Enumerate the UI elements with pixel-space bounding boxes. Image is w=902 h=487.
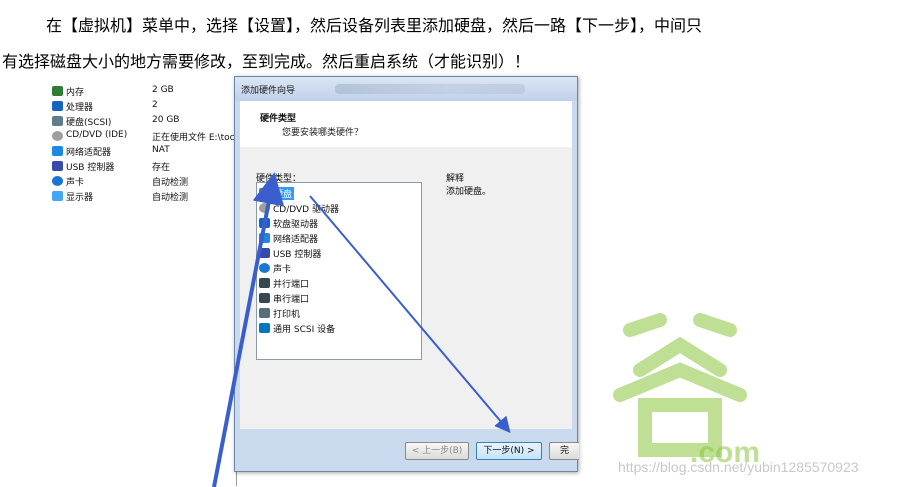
finish-button[interactable]: 完 xyxy=(549,442,579,460)
device-row-monitor[interactable]: 显示器 自动检测 xyxy=(46,189,236,204)
watermark-logo: .com xyxy=(613,313,760,469)
monitor-icon xyxy=(52,191,63,201)
next-button[interactable]: 下一步(N) > xyxy=(476,442,542,460)
watermark-url: https://blog.csdn.net/yubin1285570923 xyxy=(618,459,859,475)
memory-icon xyxy=(52,86,63,96)
instruction-line-1: 在【虚拟机】菜单中，选择【设置】，然后设备列表里添加硬盘，然后一路【下一步】，中… xyxy=(46,16,703,35)
usb-icon xyxy=(259,248,270,258)
device-value: 2 xyxy=(152,100,158,110)
sound-icon xyxy=(52,176,63,186)
wizard-header-subtitle: 您要安装哪类硬件？ xyxy=(282,128,364,138)
explanation-text: 添加硬盘。 xyxy=(446,187,492,197)
harddisk-icon xyxy=(52,116,63,126)
device-name: 硬盘(SCSI) xyxy=(66,118,112,128)
printer-icon xyxy=(259,308,270,318)
hardware-item-label: CD/DVD 驱动器 xyxy=(273,205,339,215)
blurred-title-area xyxy=(335,84,525,94)
hardware-type-list[interactable]: 硬盘 CD/DVD 驱动器 软盘驱动器 网络适配器 USB 控制器 声卡 并行端… xyxy=(256,182,422,360)
hardware-item-label: 通用 SCSI 设备 xyxy=(273,325,336,335)
device-name: 内存 xyxy=(66,88,85,98)
device-row-harddisk[interactable]: 硬盘(SCSI) 20 GB xyxy=(46,114,236,129)
device-row-usb[interactable]: USB 控制器 存在 xyxy=(46,159,236,174)
cdrom-icon xyxy=(259,203,270,213)
wizard-header: 硬件类型 您要安装哪类硬件？ xyxy=(240,101,572,148)
device-row-processor[interactable]: 处理器 2 xyxy=(46,99,236,114)
scsi-icon xyxy=(259,323,270,333)
wizard-title: 添加硬件向导 xyxy=(241,86,296,96)
device-name: 处理器 xyxy=(66,103,94,113)
hardware-item-label: 软盘驱动器 xyxy=(273,220,319,230)
hardware-item-label: 声卡 xyxy=(273,265,292,275)
network-icon xyxy=(52,146,63,156)
device-value: 2 GB xyxy=(152,85,174,95)
usb-icon xyxy=(52,161,63,171)
serial-port-icon xyxy=(259,293,270,303)
cdrom-icon xyxy=(52,131,63,141)
wizard-body: 硬件类型： 解释 添加硬盘。 硬盘 CD/DVD 驱动器 软盘驱动器 网络适配器 xyxy=(240,147,572,429)
back-button[interactable]: < 上一步(B) xyxy=(405,442,469,460)
device-row-sound[interactable]: 声卡 自动检测 xyxy=(46,174,236,189)
device-value: 存在 xyxy=(152,163,171,173)
device-value: 自动检测 xyxy=(152,193,189,203)
hardware-item-label: 串行端口 xyxy=(273,295,310,305)
harddisk-icon xyxy=(259,188,270,198)
device-value: NAT xyxy=(152,145,170,155)
network-icon xyxy=(259,233,270,243)
device-row-network[interactable]: 网络适配器 NAT xyxy=(46,144,236,159)
device-value: 自动检测 xyxy=(152,178,189,188)
processor-icon xyxy=(52,101,63,111)
explanation-label: 解释 xyxy=(446,174,465,184)
floppy-icon xyxy=(259,218,270,228)
device-name: USB 控制器 xyxy=(66,163,115,173)
add-hardware-wizard: 添加硬件向导 硬件类型 您要安装哪类硬件？ 硬件类型： 解释 添加硬盘。 硬盘 … xyxy=(234,76,579,472)
sound-icon xyxy=(259,263,270,273)
wizard-header-title: 硬件类型 xyxy=(260,114,297,124)
parallel-port-icon xyxy=(259,278,270,288)
device-name: CD/DVD (IDE) xyxy=(66,130,128,140)
device-name: 网络适配器 xyxy=(66,148,112,158)
hardware-item-label: 硬盘 xyxy=(272,187,295,200)
instruction-line-2: 有选择磁盘大小的地方需要修改，至到完成。然后重启系统（才能识别）！ xyxy=(2,52,531,71)
wizard-titlebar[interactable]: 添加硬件向导 xyxy=(235,77,577,101)
device-name: 声卡 xyxy=(66,178,85,188)
device-row-memory[interactable]: 内存 2 GB xyxy=(46,84,236,99)
hardware-item-label: 并行端口 xyxy=(273,280,310,290)
hardware-item-label: 打印机 xyxy=(273,310,301,320)
device-value: 正在使用文件 E:\toc xyxy=(152,133,235,143)
device-name: 显示器 xyxy=(66,193,94,203)
device-value: 20 GB xyxy=(152,115,180,125)
vm-device-list: 内存 2 GB 处理器 2 硬盘(SCSI) 20 GB CD/DVD (IDE… xyxy=(46,76,237,486)
hardware-item-label: USB 控制器 xyxy=(273,250,322,260)
hardware-item-label: 网络适配器 xyxy=(273,235,319,245)
device-row-cdrom[interactable]: CD/DVD (IDE) 正在使用文件 E:\toc xyxy=(46,129,236,144)
